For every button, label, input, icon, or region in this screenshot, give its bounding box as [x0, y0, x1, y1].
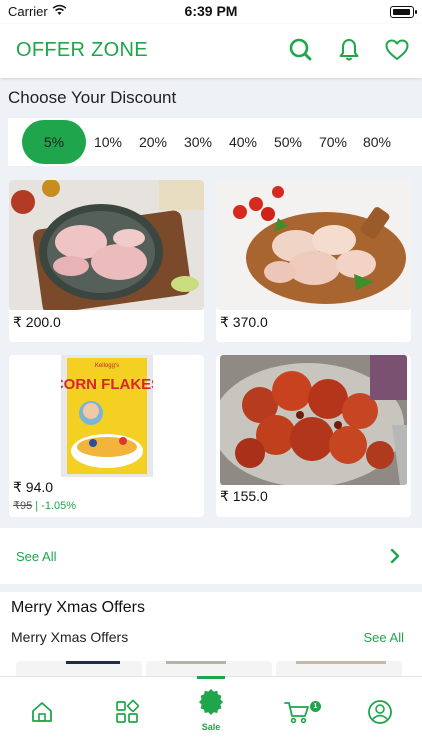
sale-icon[interactable] — [198, 689, 224, 715]
product-card[interactable]: ₹ 155.0 — [216, 355, 411, 517]
tab-80[interactable]: 80% — [345, 120, 409, 164]
bell-icon[interactable] — [336, 37, 362, 63]
product-mrp: ₹95 — [13, 500, 33, 512]
product-card[interactable]: ₹ 370.0 — [216, 180, 411, 342]
product-image-corn-flakes: Kellogg's CORN FLAKES — [61, 355, 153, 477]
page-title: OFFER ZONE — [16, 39, 148, 61]
product-discount: | -1.05% — [35, 500, 77, 512]
xmas-see-all-link[interactable]: See All — [364, 630, 404, 645]
categories-icon[interactable] — [114, 699, 140, 725]
clock: 6:39 PM — [184, 3, 238, 19]
see-all-row[interactable]: See All — [0, 528, 422, 584]
product-card[interactable]: Kellogg's CORN FLAKES ₹ 94.0 ₹95 | -1.05… — [9, 355, 204, 517]
discount-section-title: Choose Your Discount — [8, 88, 177, 107]
product-price: ₹ 370.0 — [220, 314, 268, 330]
xmas-subheading: Merry Xmas Offers — [11, 629, 129, 645]
product-image-whole-chicken — [9, 180, 204, 310]
battery-icon — [390, 6, 417, 18]
xmas-section: Merry Xmas Offers Merry Xmas Offers See … — [0, 592, 422, 676]
chevron-right-icon — [390, 548, 400, 564]
xmas-product-card[interactable] — [276, 661, 402, 676]
xmas-product-card[interactable] — [16, 661, 142, 676]
sale-tab-label: Sale — [201, 722, 221, 732]
box-title: CORN FLAKES — [61, 376, 153, 393]
product-card[interactable]: ₹ 200.0 — [9, 180, 204, 342]
product-image-chicken-65 — [220, 355, 407, 485]
heart-icon[interactable] — [384, 37, 410, 63]
product-mrp-row: ₹95 | -1.05% — [13, 499, 76, 512]
xmas-heading: Merry Xmas Offers — [11, 599, 145, 616]
discount-tabs: 5% 10% 20% 30% 40% 50% 70% 80% — [8, 118, 422, 166]
product-price: ₹ 200.0 — [13, 314, 61, 330]
profile-icon[interactable] — [367, 699, 393, 725]
header: OFFER ZONE — [0, 24, 422, 78]
search-icon[interactable] — [288, 37, 314, 63]
home-icon[interactable] — [29, 699, 55, 725]
status-bar: Carrier 6:39 PM — [0, 0, 422, 24]
cart-icon[interactable] — [283, 699, 311, 725]
bottom-tab-bar: Sale 1 — [0, 676, 422, 750]
product-price: ₹ 155.0 — [220, 488, 268, 504]
see-all-link[interactable]: See All — [16, 549, 56, 564]
product-price: ₹ 94.0 — [13, 479, 54, 495]
cart-count-badge: 1 — [310, 701, 321, 712]
product-image-chicken-curry-cut — [216, 180, 411, 310]
xmas-product-card[interactable] — [146, 661, 272, 676]
box-brand: Kellogg's — [95, 363, 119, 369]
active-tab-indicator — [197, 676, 225, 679]
